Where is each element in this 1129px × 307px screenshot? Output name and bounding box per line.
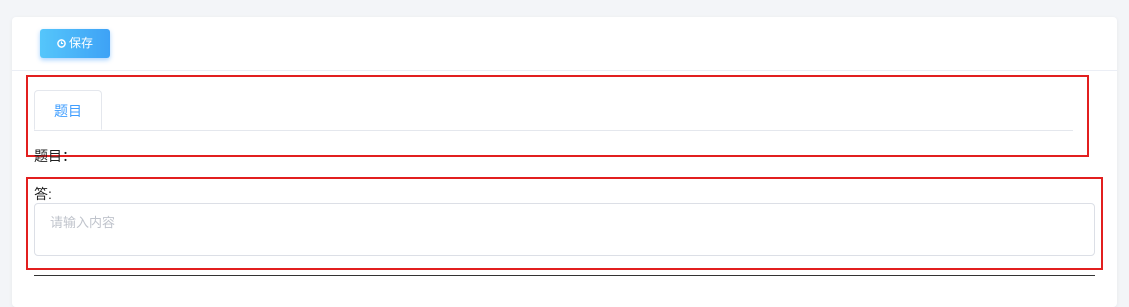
question-label: 题目：	[34, 148, 76, 164]
tabs-divider	[34, 130, 1073, 131]
answer-input[interactable]	[34, 203, 1095, 256]
answer-label: 答:	[34, 186, 52, 202]
save-button-label: 保存	[68, 36, 93, 50]
tabs-highlight-box	[26, 75, 1089, 157]
clock-icon	[57, 39, 66, 48]
save-button[interactable]: 保存	[40, 29, 110, 58]
bottom-divider	[34, 275, 1095, 276]
toolbar: 保存	[12, 17, 1117, 71]
tab-question[interactable]: 题目	[34, 90, 102, 130]
